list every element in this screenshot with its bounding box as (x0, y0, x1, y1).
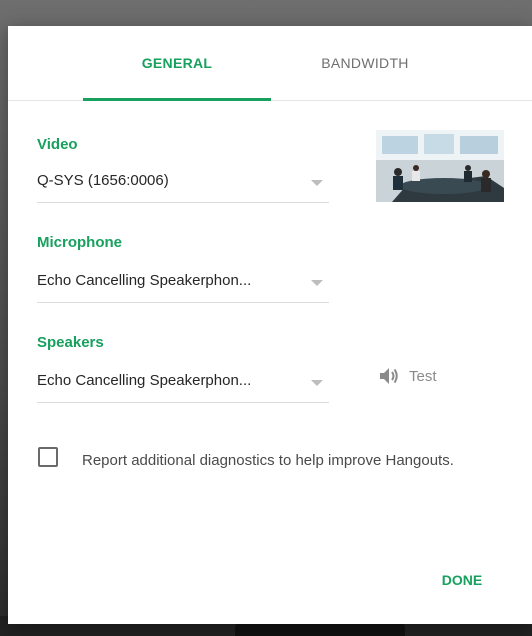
speaker-icon (380, 368, 398, 384)
speakers-label: Speakers (37, 334, 104, 351)
video-select[interactable]: Q-SYS (1656:0006) (37, 162, 329, 203)
video-select-value: Q-SYS (1656:0006) (37, 172, 169, 189)
microphone-select-value: Echo Cancelling Speakerphon... (37, 272, 252, 289)
diagnostics-label: Report additional diagnostics to help im… (82, 452, 454, 469)
chevron-down-icon (311, 280, 323, 286)
tab-bandwidth[interactable]: BANDWIDTH (271, 26, 459, 100)
tab-general[interactable]: GENERAL (83, 26, 271, 100)
video-preview-image (376, 130, 504, 202)
test-label: Test (409, 367, 437, 385)
microphone-label: Microphone (37, 234, 122, 251)
diagnostics-checkbox[interactable] (38, 447, 58, 467)
speakers-select-value: Echo Cancelling Speakerphon... (37, 372, 252, 389)
speakers-select[interactable]: Echo Cancelling Speakerphon... (37, 362, 329, 403)
tab-bar: GENERAL BANDWIDTH (8, 26, 532, 101)
microphone-select[interactable]: Echo Cancelling Speakerphon... (37, 262, 329, 303)
settings-dialog: GENERAL BANDWIDTH Video Q-SYS (1656:0006… (8, 26, 532, 624)
chevron-down-icon (311, 380, 323, 386)
background-object (235, 622, 405, 636)
done-button[interactable]: DONE (420, 562, 504, 598)
video-preview (376, 130, 504, 202)
video-label: Video (37, 136, 78, 153)
active-tab-indicator (83, 98, 271, 101)
chevron-down-icon (311, 180, 323, 186)
test-speakers-button[interactable]: Test (379, 364, 437, 388)
